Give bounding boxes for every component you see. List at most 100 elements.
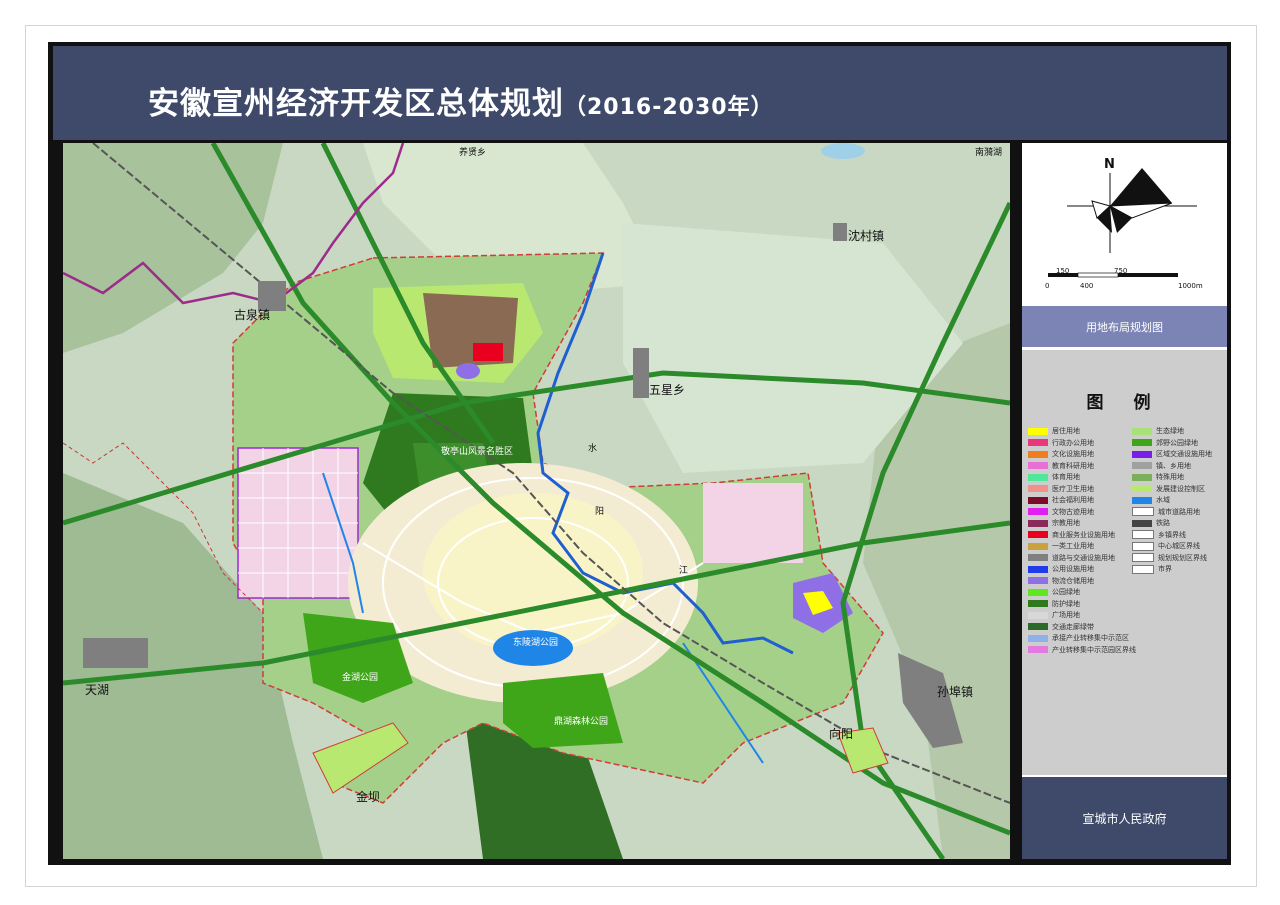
commercial-plot-north[interactable] <box>473 343 503 361</box>
legend-item: 特殊用地 <box>1132 472 1184 482</box>
legend-swatch <box>1028 462 1048 469</box>
compass-and-scale: N 150 750 0 400 1000m <box>1022 143 1227 303</box>
legend-item: 镇、乡用地 <box>1132 461 1191 471</box>
legend-item: 中心城区界线 <box>1132 541 1200 551</box>
legend: 图 例 居住用地 行政办公用地 文化设施用地 教育科研用地 体育用地 医疗卫生用地 社会福利… <box>1022 350 1227 775</box>
place-nanyi: 南漪湖 <box>975 148 1003 158</box>
title-years: （2016-2030年） <box>564 95 774 120</box>
north-industrial-land[interactable] <box>423 293 518 368</box>
map-side-panel: N 150 750 0 400 1000m 用地布局规划图 图 例 居住用地 行政… <box>1022 143 1227 859</box>
legend-swatch <box>1132 553 1154 562</box>
nanyi-lake <box>821 143 865 159</box>
legend-item: 承接产业转移集中示范区 <box>1028 633 1129 643</box>
scale-label-750: 750 <box>1114 267 1128 275</box>
legend-label: 物流仓储用地 <box>1052 576 1094 585</box>
north-label: N <box>1104 157 1115 172</box>
legend-label: 防护绿地 <box>1052 599 1080 608</box>
legend-label: 铁路 <box>1156 519 1170 527</box>
legend-label: 商业服务业设施用地 <box>1052 530 1115 539</box>
legend-item: 文物古迹用地 <box>1028 507 1094 517</box>
legend-item: 城市道路用地 <box>1132 507 1200 517</box>
dingxing-forest-park[interactable] <box>503 673 623 748</box>
legend-swatch <box>1132 427 1152 435</box>
legend-swatch <box>1028 588 1048 596</box>
map-subtitle: 用地布局规划图 <box>1022 306 1227 347</box>
map-canvas <box>63 143 1010 859</box>
wuxing-town-block <box>633 348 649 398</box>
legend-swatch <box>1028 600 1048 607</box>
legend-label: 乡镇界线 <box>1158 530 1186 539</box>
legend-swatch <box>1028 577 1048 584</box>
legend-label: 生态绿地 <box>1156 427 1184 435</box>
legend-item: 一类工业用地 <box>1028 541 1094 551</box>
compass-star-ne <box>1110 168 1172 206</box>
legend-item: 道路与交通设施用地 <box>1028 553 1115 563</box>
legend-item: 水域 <box>1132 495 1170 505</box>
legend-label: 产业转移集中示范园区界线 <box>1052 645 1136 654</box>
legend-label: 承接产业转移集中示范区 <box>1052 634 1129 642</box>
place-sunbu: 孙埠镇 <box>937 685 974 699</box>
legend-item: 生态绿地 <box>1132 426 1184 436</box>
place-gugao: 古泉镇 <box>234 308 271 322</box>
place-shui-3: 江 <box>679 566 689 576</box>
legend-item: 商业服务业设施用地 <box>1028 530 1115 540</box>
legend-swatch <box>1028 531 1048 538</box>
legend-item: 居住用地 <box>1028 426 1080 436</box>
scale-label-150: 150 <box>1056 267 1070 275</box>
legend-label: 镇、乡用地 <box>1156 461 1191 470</box>
place-shui-1: 水 <box>588 444 598 454</box>
legend-swatch <box>1028 565 1048 573</box>
legend-swatch <box>1028 623 1048 630</box>
legend-label: 文物古迹用地 <box>1052 507 1094 516</box>
legend-item: 文化设施用地 <box>1028 449 1094 459</box>
place-dingxing-park: 鼎湖森林公园 <box>554 717 609 727</box>
legend-label: 区域交通设施用地 <box>1156 450 1212 458</box>
legend-item: 防护绿地 <box>1028 599 1080 609</box>
logistics-plot-north[interactable] <box>456 363 480 379</box>
legend-item: 市界 <box>1132 564 1172 574</box>
legend-item: 郊野公园绿地 <box>1132 438 1198 448</box>
legend-label: 道路与交通设施用地 <box>1052 553 1115 562</box>
east-residential-block[interactable] <box>703 483 803 563</box>
legend-label: 文化设施用地 <box>1052 450 1094 458</box>
legend-label: 医疗卫生用地 <box>1052 484 1094 493</box>
legend-swatch <box>1028 496 1048 504</box>
legend-swatch <box>1028 473 1048 481</box>
scale-label-0: 0 <box>1045 282 1050 290</box>
legend-label: 市界 <box>1158 565 1172 573</box>
place-shencun: 沈村镇 <box>848 229 885 243</box>
legend-item: 宗教用地 <box>1028 518 1080 528</box>
legend-item: 公园绿地 <box>1028 587 1080 597</box>
place-dongling-park: 东陵湖公园 <box>513 638 559 648</box>
legend-label: 公园绿地 <box>1052 588 1080 596</box>
legend-label: 行政办公用地 <box>1052 438 1094 447</box>
legend-swatch <box>1132 519 1152 527</box>
legend-label: 水域 <box>1156 496 1170 504</box>
compass-drawing <box>1048 168 1197 278</box>
legend-swatch <box>1028 439 1048 446</box>
place-jinba: 金坝 <box>356 790 381 804</box>
legend-swatch <box>1132 530 1154 539</box>
legend-swatch <box>1132 439 1152 446</box>
legend-swatch <box>1132 507 1154 516</box>
legend-swatch <box>1132 496 1152 504</box>
legend-swatch <box>1132 564 1154 574</box>
legend-swatch <box>1028 450 1048 458</box>
legend-label: 宗教用地 <box>1052 519 1080 527</box>
land-use-map[interactable]: 养贤乡 南漪湖 沈村镇 古泉镇 五星乡 敬亭山风景名胜区 水 阳 江 东陵湖公园… <box>63 143 1010 859</box>
place-jingting: 敬亭山风景名胜区 <box>441 447 514 457</box>
legend-swatch <box>1028 485 1048 492</box>
scale-label-1000m: 1000m <box>1178 282 1203 290</box>
legend-item: 乡镇界线 <box>1132 530 1186 540</box>
scale-seg-2 <box>1077 272 1119 278</box>
title-main: 安徽宣州经济开发区总体规划 <box>148 86 564 122</box>
legend-label: 中心城区界线 <box>1158 542 1200 550</box>
place-wuxing: 五星乡 <box>649 383 686 397</box>
legend-label: 发展建设控制区 <box>1156 484 1205 493</box>
place-shui-2: 阳 <box>595 507 605 517</box>
legend-label: 城市道路用地 <box>1158 507 1200 516</box>
legend-item: 体育用地 <box>1028 472 1080 482</box>
legend-label: 广场用地 <box>1052 611 1080 619</box>
legend-swatch <box>1028 519 1048 527</box>
legend-item: 教育科研用地 <box>1028 461 1094 471</box>
